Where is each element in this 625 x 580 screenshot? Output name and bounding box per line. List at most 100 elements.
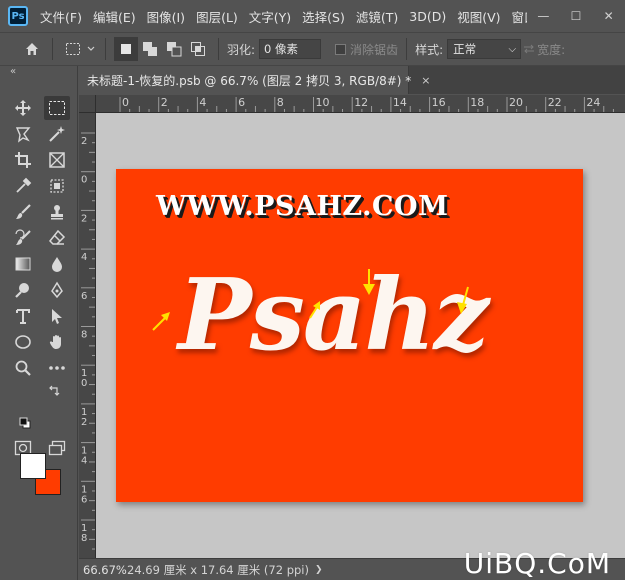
history-brush-tool-icon[interactable] xyxy=(10,226,36,250)
intersect-selection-icon[interactable] xyxy=(186,37,210,61)
tools-panel: « xyxy=(0,66,78,580)
horizontal-ruler[interactable]: 0 2 4 6 8 10 12 14 16 18 20 22 24 xyxy=(96,95,625,113)
ruler-label: 6 xyxy=(238,96,245,109)
ruler-label: 6 xyxy=(81,291,87,302)
close-window-button[interactable]: ✕ xyxy=(595,6,623,26)
document-tab[interactable]: 未标题-1-恢复的.psb @ 66.7% (图层 2 拷贝 3, RGB/8#… xyxy=(79,66,431,94)
swap-colors-icon[interactable] xyxy=(46,384,62,398)
marquee-preset-icon[interactable] xyxy=(61,37,85,61)
ruler-corner[interactable] xyxy=(79,95,96,113)
window-controls: — ☐ ✕ xyxy=(527,0,625,32)
document-tab-bar: 未标题-1-恢复的.psb @ 66.7% (图层 2 拷贝 3, RGB/8#… xyxy=(79,66,625,94)
ellipse-tool-icon[interactable] xyxy=(10,330,36,354)
ruler-label: 2 xyxy=(81,417,87,428)
rectangular-marquee-tool-icon[interactable] xyxy=(44,96,70,120)
options-bar: 羽化: 0 像素 消除锯齿 样式: 正常 ⌵ 宽度: xyxy=(0,32,625,66)
new-selection-icon[interactable] xyxy=(114,37,138,61)
menu-edit[interactable]: 编辑(E) xyxy=(93,7,136,26)
ruler-label: 8 xyxy=(81,533,87,544)
more-tools-icon[interactable] xyxy=(44,356,70,380)
menu-file[interactable]: 文件(F) xyxy=(40,7,82,26)
crop-tool-icon[interactable] xyxy=(10,148,36,172)
vertical-ruler-ticks: 2024681012141618 xyxy=(81,132,95,550)
stamp-tool-icon[interactable] xyxy=(44,200,70,224)
annotation-arrow-icon xyxy=(152,312,170,331)
menu-image[interactable]: 图像(I) xyxy=(147,7,185,26)
blur-tool-icon[interactable] xyxy=(44,252,70,276)
chevron-down-icon: ⌵ xyxy=(508,44,517,55)
foreground-color-swatch[interactable] xyxy=(20,453,46,479)
add-to-selection-icon[interactable] xyxy=(138,37,162,61)
move-tool-icon[interactable] xyxy=(10,96,36,120)
ruler-label: 0 xyxy=(81,175,87,186)
zoom-tool-icon[interactable] xyxy=(10,356,36,380)
ruler-label: 18 xyxy=(470,96,484,109)
status-menu-icon[interactable]: ❯ xyxy=(315,565,323,575)
document-info: 24.69 厘米 x 17.64 厘米 (72 ppi) xyxy=(127,562,309,577)
ruler-label: 4 xyxy=(81,252,87,263)
canvas-workspace[interactable]: WWW.PSAHZ.COM Psahz xyxy=(96,113,625,558)
style-select[interactable]: 正常 ⌵ xyxy=(447,39,522,59)
lasso-tool-icon[interactable] xyxy=(10,122,36,146)
eyedropper-tool-icon[interactable] xyxy=(10,174,36,198)
swap-width-height-icon[interactable] xyxy=(521,37,537,61)
horizontal-ruler-ticks: 0 2 4 6 8 10 12 14 16 18 20 22 24 xyxy=(119,96,614,112)
brush-tool-icon[interactable] xyxy=(10,200,36,224)
magic-wand-tool-icon[interactable] xyxy=(44,122,70,146)
vertical-ruler[interactable]: 2024681012141618 xyxy=(79,113,96,558)
menu-view[interactable]: 视图(V) xyxy=(457,7,500,26)
ruler-label: 24 xyxy=(586,96,600,109)
photoshop-logo[interactable]: Ps xyxy=(8,6,28,26)
frame-tool-icon[interactable] xyxy=(44,148,70,172)
menu-layer[interactable]: 图层(L) xyxy=(196,7,238,26)
document-title: 未标题-1-恢复的.psb @ 66.7% (图层 2 拷贝 3, RGB/8#… xyxy=(87,73,412,88)
document-canvas[interactable]: WWW.PSAHZ.COM Psahz xyxy=(116,169,583,502)
dodge-tool-icon[interactable] xyxy=(10,278,36,302)
ruler-label: 4 xyxy=(81,456,87,467)
type-tool-icon[interactable] xyxy=(10,304,36,328)
eraser-tool-icon[interactable] xyxy=(44,226,70,250)
menu-filter[interactable]: 滤镜(T) xyxy=(356,7,398,26)
ruler-label: 2 xyxy=(161,96,168,109)
divider xyxy=(52,38,53,60)
ruler-label: 20 xyxy=(509,96,523,109)
default-colors-icon[interactable] xyxy=(18,416,32,430)
annotation-arrow-icon xyxy=(457,286,469,314)
ruler-label: 16 xyxy=(432,96,446,109)
hand-tool-icon[interactable] xyxy=(44,330,70,354)
home-icon[interactable] xyxy=(20,37,44,61)
ruler-label: 0 xyxy=(81,378,87,389)
ruler-label: 2 xyxy=(81,136,87,147)
subtract-from-selection-icon[interactable] xyxy=(162,37,186,61)
minimize-button[interactable]: — xyxy=(529,6,557,26)
width-label: 宽度: xyxy=(537,42,566,57)
logo-text-layer: Psahz xyxy=(178,258,489,373)
feather-input[interactable]: 0 像素 xyxy=(259,39,322,59)
ruler-label: 14 xyxy=(393,96,407,109)
watermark: UiBQ.CoM xyxy=(463,547,611,580)
collapse-panel-icon[interactable]: « xyxy=(10,66,16,77)
close-tab-icon[interactable]: × xyxy=(421,74,430,87)
gradient-tool-icon[interactable] xyxy=(10,252,36,276)
style-value: 正常 xyxy=(453,42,477,56)
ruler-label: 4 xyxy=(199,96,206,109)
path-selection-tool-icon[interactable] xyxy=(44,304,70,328)
menu-select[interactable]: 选择(S) xyxy=(302,7,345,26)
object-selection-tool-icon[interactable] xyxy=(44,174,70,198)
chevron-down-icon[interactable] xyxy=(85,37,97,61)
ruler-label: 8 xyxy=(277,96,284,109)
ruler-label: 12 xyxy=(354,96,368,109)
ruler-label: 8 xyxy=(81,330,87,341)
screen-mode-icon[interactable] xyxy=(44,436,70,460)
menu-3d[interactable]: 3D(D) xyxy=(409,9,446,24)
maximize-button[interactable]: ☐ xyxy=(562,6,590,26)
antialias-checkbox[interactable] xyxy=(335,43,347,55)
divider xyxy=(406,38,408,60)
annotation-arrow-icon xyxy=(363,269,375,295)
zoom-level[interactable]: 66.67% xyxy=(83,563,127,577)
pen-tool-icon[interactable] xyxy=(44,278,70,302)
menu-type[interactable]: 文字(Y) xyxy=(249,7,291,26)
divider xyxy=(218,38,219,60)
ruler-label: 10 xyxy=(316,96,330,109)
style-label: 样式: xyxy=(415,42,444,57)
